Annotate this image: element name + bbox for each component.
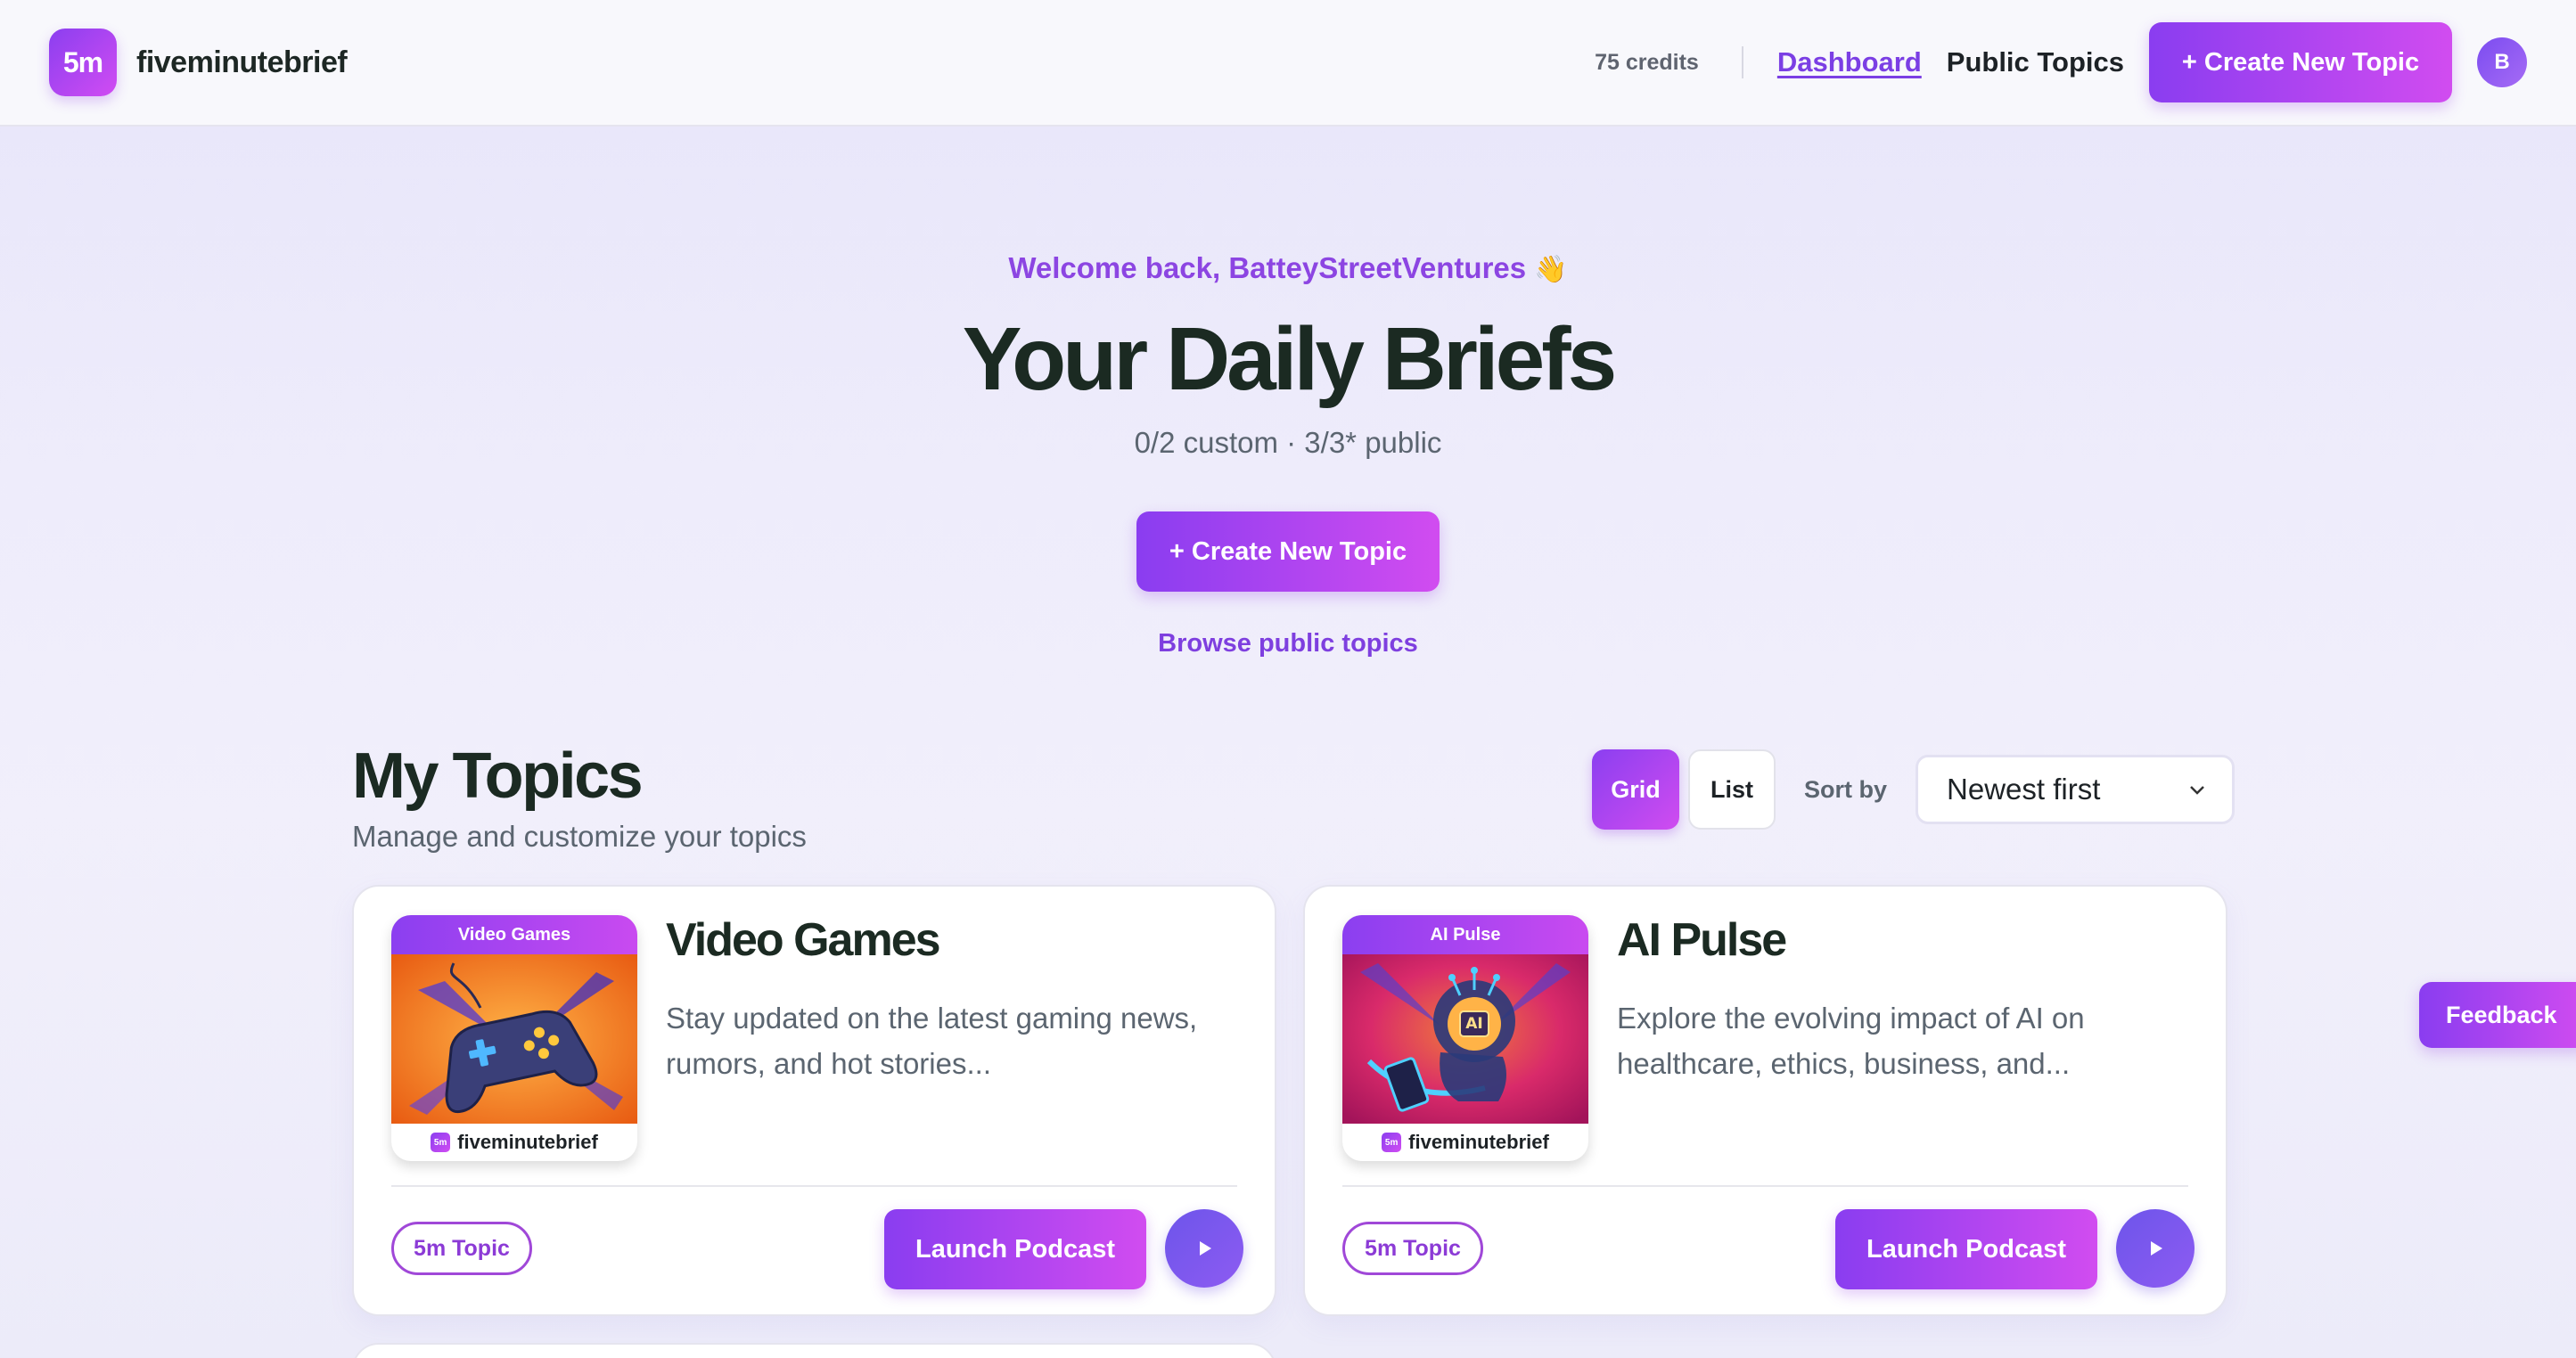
launch-podcast-button[interactable]: Launch Podcast: [884, 1209, 1146, 1289]
thumbnail-label: Video Games: [391, 915, 637, 954]
topic-card-partial[interactable]: [352, 1343, 1276, 1358]
topic-card[interactable]: AI Pulse AI 5m fiveminutebrief AI Pulse …: [1303, 885, 2227, 1316]
ai-head-icon: AI: [1342, 954, 1588, 1124]
play-button[interactable]: [2116, 1209, 2195, 1288]
thumbnail-footer-text: fiveminutebrief: [1408, 1131, 1549, 1153]
thumbnail-label: AI Pulse: [1342, 915, 1588, 954]
topic-description: Explore the evolving impact of AI on hea…: [1617, 1002, 2085, 1080]
brand-name[interactable]: fiveminutebrief: [136, 45, 348, 80]
thumbnail-footer: 5m fiveminutebrief: [1342, 1124, 1588, 1161]
view-controls: Grid List Sort by Newest first: [1592, 749, 2236, 830]
mini-logo-icon: 5m: [431, 1133, 451, 1152]
topic-card[interactable]: Video Games 5m fiveminutebrief Video Gam…: [352, 885, 1276, 1316]
section-title: My Topics: [352, 740, 644, 812]
wave-icon: 👋: [1534, 254, 1568, 285]
topic-thumbnail: Video Games 5m fiveminutebrief: [391, 915, 637, 1161]
grid-view-toggle[interactable]: Grid: [1592, 749, 1679, 830]
user-avatar[interactable]: B: [2477, 37, 2527, 87]
nav-public-topics-link[interactable]: Public Topics: [1947, 46, 2124, 78]
topic-quota: 0/2 custom · 3/3* public: [1134, 426, 1442, 459]
nav-dashboard-link[interactable]: Dashboard: [1777, 46, 1922, 78]
hero-create-topic-button[interactable]: + Create New Topic: [1136, 511, 1440, 592]
welcome-message: Welcome back, BatteyStreetVentures 👋: [0, 251, 2576, 285]
topic-title[interactable]: Video Games: [666, 913, 941, 967]
mini-logo-icon: 5m: [1382, 1133, 1402, 1152]
topic-tag: 5m Topic: [391, 1222, 532, 1275]
topic-title[interactable]: AI Pulse: [1617, 913, 1787, 967]
hero-section: Welcome back, BatteyStreetVentures 👋 You…: [0, 127, 2576, 659]
header-actions: 75 credits Dashboard Public Topics + Cre…: [1595, 22, 2527, 102]
ai-art-text: AI: [1465, 1015, 1483, 1033]
header-divider: [1741, 46, 1743, 78]
gamepad-icon: [391, 954, 637, 1124]
header-create-topic-button[interactable]: + Create New Topic: [2149, 22, 2452, 102]
launch-podcast-button[interactable]: Launch Podcast: [1835, 1209, 2097, 1289]
brand-logo[interactable]: 5m: [49, 29, 117, 96]
topic-description: Stay updated on the latest gaming news, …: [666, 1002, 1198, 1080]
chevron-down-icon: [2189, 778, 2205, 801]
card-divider: [391, 1185, 1237, 1187]
thumbnail-footer-text: fiveminutebrief: [457, 1131, 598, 1153]
section-subtitle: Manage and customize your topics: [352, 820, 807, 853]
top-navbar: 5m fiveminutebrief 75 credits Dashboard …: [0, 0, 2576, 127]
welcome-text: Welcome back, BatteyStreetVentures: [1008, 251, 1527, 284]
sort-select[interactable]: Newest first: [1916, 755, 2236, 824]
card-divider: [1342, 1185, 2188, 1187]
play-icon: [1200, 1241, 1211, 1256]
topic-tag: 5m Topic: [1342, 1222, 1483, 1275]
feedback-button[interactable]: Feedback: [2419, 982, 2576, 1048]
topic-thumbnail: AI Pulse AI 5m fiveminutebrief: [1342, 915, 1588, 1161]
thumbnail-footer: 5m fiveminutebrief: [391, 1124, 637, 1161]
play-button[interactable]: [1165, 1209, 1243, 1288]
list-view-toggle[interactable]: List: [1688, 749, 1776, 830]
sort-selected-value: Newest first: [1947, 773, 2101, 806]
play-icon: [2151, 1241, 2162, 1256]
sort-label: Sort by: [1804, 775, 1888, 803]
my-topics-header: My Topics Manage and customize your topi…: [352, 740, 807, 854]
credits-count: 75 credits: [1595, 49, 1699, 75]
browse-public-topics-link[interactable]: Browse public topics: [0, 629, 2576, 659]
page-title: Your Daily Briefs: [962, 309, 1617, 409]
